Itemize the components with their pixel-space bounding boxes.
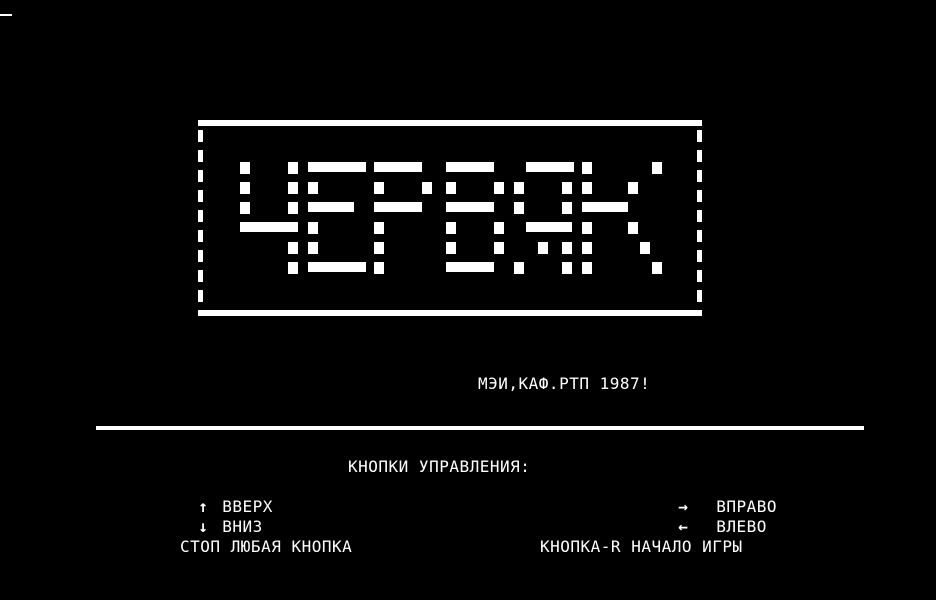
arrow-down-icon: ↓ [198, 517, 209, 536]
controls-heading: КНОПКИ УПРАВЛЕНИЯ: [348, 457, 531, 476]
arrow-left-icon: ← [678, 517, 689, 536]
restart-instruction: КНОПКА-R НАЧАЛО ИГРЫ [540, 537, 743, 556]
control-left: ← ВЛЕВО [658, 497, 767, 537]
divider-line [96, 426, 864, 430]
credit-line: МЭИ,КАФ.РТП 1987! [478, 374, 651, 393]
control-down-label: ВНИЗ [222, 517, 263, 536]
control-down: ↓ ВНИЗ [178, 497, 263, 537]
stop-instruction: СТОП ЛЮБАЯ КНОПКА [180, 537, 353, 556]
title-logo [196, 120, 704, 318]
title-logo-graphic [198, 120, 702, 316]
control-left-label: ВЛЕВО [716, 517, 767, 536]
text-cursor [0, 14, 12, 16]
